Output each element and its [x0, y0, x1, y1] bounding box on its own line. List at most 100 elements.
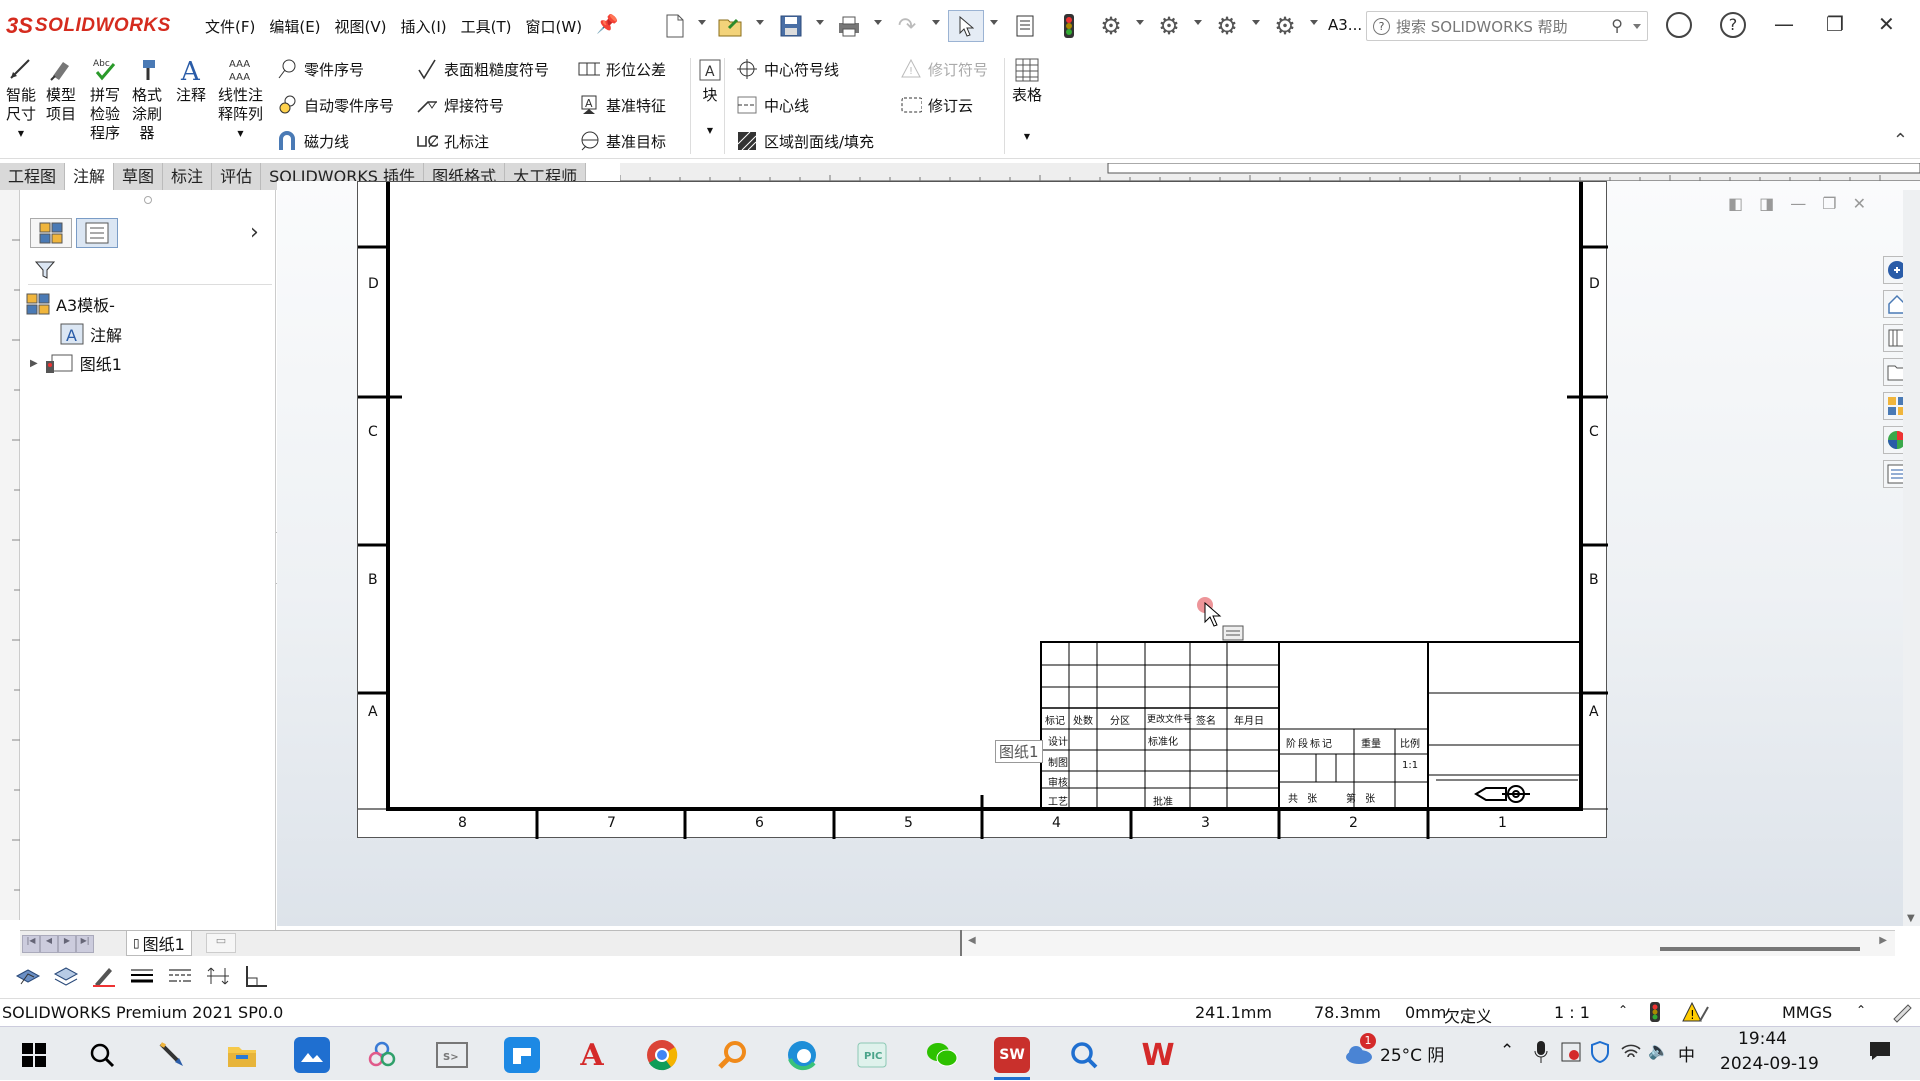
centerline-button[interactable]: 中心线 [736, 92, 809, 118]
user-account-icon[interactable] [1666, 12, 1692, 38]
weather-text[interactable]: 25°C 阴 [1380, 1041, 1444, 1066]
customize-status-icon[interactable] [1890, 1001, 1914, 1027]
clock-date[interactable]: 2024-09-19 [1720, 1054, 1819, 1074]
vertical-scrollbar[interactable]: ▼ [1903, 190, 1920, 926]
settings-gear-icon-4[interactable]: ⚙ [1270, 10, 1300, 42]
sheet-name-label[interactable]: 图纸1 [995, 740, 1043, 763]
color-display-mode-icon[interactable] [242, 962, 270, 990]
everything-search-app-icon[interactable] [714, 1037, 750, 1073]
expand-arrow-icon[interactable]: ▶ [30, 358, 38, 369]
tree-item-annotations[interactable]: A 注解 [60, 322, 122, 346]
add-sheet-icon[interactable]: ▭ [206, 933, 236, 953]
drawing-sheet[interactable]: D C B A D C B A 8 7 6 5 4 3 2 1 标记 处数 分区… [357, 181, 1608, 839]
open-icon[interactable] [716, 10, 746, 42]
restore-icon[interactable]: ❐ [1826, 12, 1844, 36]
tree-filter-row[interactable] [28, 255, 272, 285]
file-properties-icon[interactable] [1010, 10, 1040, 42]
revision-cloud-button[interactable]: 修订云 [900, 92, 973, 118]
horizontal-scrollbar[interactable]: ◀ ▶ [960, 930, 1895, 956]
hide-show-edges-icon[interactable] [204, 962, 232, 990]
datum-feature-button[interactable]: A 基准特征 [578, 92, 666, 118]
tray-overflow-icon[interactable]: ⌃ [1500, 1041, 1514, 1061]
scroll-left-icon[interactable]: ◀ [968, 935, 976, 946]
sheet-tab-sheet1[interactable]: ▯ 图纸1 [126, 931, 192, 956]
layer-icon[interactable] [14, 962, 42, 990]
sheet-scale[interactable]: 1 : 1 [1554, 1003, 1590, 1022]
unit-system-up-icon[interactable]: ⌃ [1856, 1003, 1866, 1017]
edge-app-icon[interactable] [784, 1037, 820, 1073]
select-pointer-icon[interactable] [948, 10, 984, 42]
split-left-icon[interactable]: ◧ [1728, 194, 1743, 213]
line-thickness-icon[interactable] [128, 962, 156, 990]
warning-icon[interactable]: ! [1682, 1001, 1710, 1027]
close-icon[interactable]: ✕ [1878, 12, 1895, 36]
linear-note-pattern-button[interactable]: AAA AAA 线性注 释阵列 ▼ [218, 56, 263, 143]
tree-item-sheet1[interactable]: ▶ 图纸1 [30, 351, 122, 375]
scroll-down-icon[interactable]: ▼ [1907, 913, 1915, 924]
revision-symbol-button[interactable]: ! 修订符号 [900, 56, 988, 82]
menu-edit[interactable]: 编辑(E) [262, 16, 327, 37]
feature-manager-tree-tab[interactable] [30, 218, 72, 248]
weld-symbol-button[interactable]: 焊接符号 [416, 92, 504, 118]
menu-window[interactable]: 窗口(W) [519, 16, 590, 37]
balloon-button[interactable]: 零件序号 [276, 56, 364, 82]
viewport-close-icon[interactable]: ✕ [1853, 194, 1866, 213]
microphone-icon[interactable] [1534, 1039, 1548, 1070]
defender-shield-icon[interactable] [1590, 1040, 1610, 1068]
clock-time[interactable]: 19:44 [1738, 1029, 1787, 1049]
search-icon[interactable]: ⚲ [1611, 16, 1623, 35]
line-color-icon[interactable] [90, 962, 118, 990]
volume-icon[interactable]: 🔈 [1648, 1041, 1669, 1061]
split-right-icon[interactable]: ◨ [1759, 194, 1774, 213]
rebuild-traffic-light-icon[interactable] [1054, 10, 1084, 42]
solidworks-taskbar-icon[interactable]: SW [994, 1037, 1030, 1073]
tab-markup[interactable]: 标注 [163, 163, 213, 190]
scale-up-icon[interactable]: ⌃ [1618, 1003, 1628, 1017]
smart-dimension-button[interactable]: 智能 尺寸 ▼ [6, 56, 36, 143]
panel-grip-icon[interactable] [144, 196, 152, 204]
area-hatch-button[interactable]: 区域剖面线/填充 [736, 128, 874, 154]
wps-app-icon[interactable]: W [1140, 1037, 1176, 1073]
rebuild-status-icon[interactable] [1648, 1001, 1662, 1027]
auto-balloon-button[interactable]: 自动零件序号 [276, 92, 394, 118]
minimize-icon[interactable]: — [1774, 12, 1794, 36]
scroll-right-icon[interactable]: ▶ [1879, 935, 1887, 946]
search-dropdown-icon[interactable] [1633, 24, 1641, 29]
acrobat-app-icon[interactable]: A [574, 1037, 610, 1073]
file-explorer-taskbar-icon[interactable] [224, 1037, 260, 1073]
model-items-button[interactable]: 模型 项目 [46, 56, 76, 124]
settings-gear-icon-2[interactable]: ⚙ [1154, 10, 1184, 42]
menu-tools[interactable]: 工具(T) [454, 16, 519, 37]
block-button[interactable]: A 块 ▼ [696, 56, 724, 140]
magnetic-line-button[interactable]: 磁力线 [276, 128, 349, 154]
tab-drawing[interactable]: 工程图 [0, 163, 66, 190]
notification-center-icon[interactable] [1868, 1039, 1892, 1068]
center-mark-button[interactable]: 中心符号线 [736, 56, 839, 82]
menu-file[interactable]: 文件(F) [198, 16, 262, 37]
pin-icon[interactable]: 📌 [596, 14, 618, 35]
search-taskbar-icon[interactable] [84, 1037, 120, 1073]
tree-root-drawing[interactable]: A3模板- [26, 292, 115, 316]
chrome-app-icon[interactable] [644, 1037, 680, 1073]
line-style-icon[interactable] [166, 962, 194, 990]
wifi-icon[interactable] [1620, 1041, 1642, 1066]
cloud-app-icon[interactable] [364, 1037, 400, 1073]
wechat-app-icon[interactable] [924, 1037, 960, 1073]
help-search-input[interactable]: 搜索 SOLIDWORKS 帮助 [1396, 16, 1568, 37]
help-search-box[interactable]: ? 搜索 SOLIDWORKS 帮助 ⚲ [1366, 11, 1648, 41]
image-viewer-app-icon[interactable]: PIC [854, 1037, 890, 1073]
layer-stack-icon[interactable] [52, 962, 80, 990]
property-manager-tab[interactable] [76, 218, 118, 248]
expand-panel-chevron-icon[interactable]: › [250, 220, 259, 245]
ime-indicator[interactable]: 中 [1678, 1041, 1695, 1066]
print-icon[interactable] [834, 10, 864, 42]
filter-icon[interactable] [34, 259, 56, 281]
options-gear-icon[interactable]: ⚙ [1096, 10, 1126, 42]
hole-callout-button[interactable]: 孔标注 [416, 128, 489, 154]
spell-check-button[interactable]: Abc 拼写 检验 程序 [90, 56, 120, 143]
windows-start-icon[interactable] [16, 1037, 52, 1073]
gdt-button[interactable]: 形位公差 [578, 56, 666, 82]
save-icon[interactable] [776, 10, 806, 42]
pen-app-icon[interactable] [154, 1037, 190, 1073]
feishu-app-icon[interactable] [504, 1037, 540, 1073]
